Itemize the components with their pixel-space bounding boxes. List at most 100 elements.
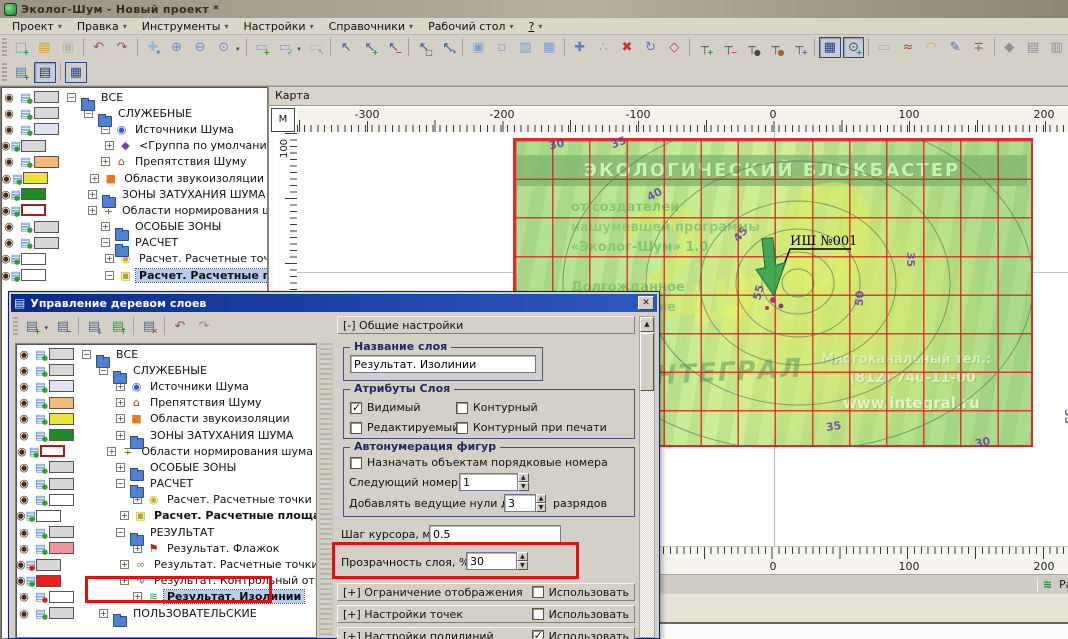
scroll-up-icon[interactable]: ▲ xyxy=(640,317,654,332)
layer-color-swatch[interactable] xyxy=(49,494,74,506)
frame-apply-button[interactable]: ▭✓▾ xyxy=(274,37,296,58)
redo-button[interactable]: ↷ xyxy=(111,37,133,58)
tree-row-label[interactable]: Области нормирования шума xyxy=(138,445,316,458)
tree-row-label[interactable]: ОСОБЫЕ ЗОНЫ xyxy=(147,461,239,474)
layer-color-swatch[interactable] xyxy=(49,461,74,473)
tree-row[interactable]: ◉▤●+◆<Группа по умолчанию> xyxy=(1,138,267,154)
grid-panels-button[interactable]: ▦ xyxy=(65,62,87,83)
expand-toggle-icon[interactable]: + xyxy=(133,592,142,601)
tree-row-label[interactable]: Области звукоизоляции xyxy=(121,172,267,185)
checkbox-icon[interactable] xyxy=(350,422,362,434)
visibility-eye-icon[interactable]: ◉ xyxy=(1,107,17,120)
contour-checkbox[interactable]: Контурный xyxy=(456,401,538,414)
layer-color-swatch[interactable] xyxy=(21,253,46,265)
tree-row-label[interactable]: СЛУЖЕБНЫЕ xyxy=(115,107,195,120)
layer-color-swatch[interactable] xyxy=(21,269,46,281)
printer-icon[interactable]: ▤● xyxy=(26,509,36,522)
checkbox-icon[interactable] xyxy=(456,402,468,414)
tree-row-label[interactable]: ЗОНЫ ЗАТУХАНИЯ ШУМА xyxy=(119,188,268,201)
visibility-eye-icon[interactable]: ◉ xyxy=(16,590,32,603)
select-copy-button[interactable]: ↖□ xyxy=(413,37,435,58)
transparency-input[interactable] xyxy=(466,552,517,570)
next-number-spinner[interactable]: ▲▼ xyxy=(459,473,529,491)
tree-row-label[interactable]: СЛУЖЕБНЫЕ xyxy=(130,364,210,377)
tree-row-label[interactable]: Расчет. Расчетные пл... xyxy=(136,269,268,282)
visibility-eye-icon[interactable]: ◉ xyxy=(16,429,32,442)
tree-row-label[interactable]: Области нормирования шума xyxy=(119,204,268,217)
visibility-eye-icon[interactable]: ◉ xyxy=(1,236,17,249)
printer-icon[interactable]: ▤● xyxy=(32,477,49,490)
printer-icon[interactable]: ▤● xyxy=(11,252,21,265)
use-checkbox[interactable]: Использовать xyxy=(532,630,629,639)
tree-row-label[interactable]: <Группа по умолчанию> xyxy=(136,139,268,152)
expand-toggle-icon[interactable]: + xyxy=(88,206,97,215)
expand-toggle-icon[interactable]: + xyxy=(116,398,125,407)
tree-row-label[interactable]: Источники Шума xyxy=(147,380,252,393)
printer-icon[interactable]: ▤● xyxy=(26,574,36,587)
printer-icon[interactable]: ▤● xyxy=(12,172,23,185)
cursor-step-input[interactable] xyxy=(429,525,561,543)
layer-color-swatch[interactable] xyxy=(34,107,59,119)
layer-color-swatch[interactable] xyxy=(49,413,74,425)
layer-color-swatch[interactable] xyxy=(49,348,74,360)
visibility-eye-icon[interactable]: ◉ xyxy=(1,269,11,282)
spinner-arrows[interactable]: ▲▼ xyxy=(536,494,546,512)
printer-icon[interactable]: ▤● xyxy=(11,269,21,282)
profile-chart-button[interactable]: ≈ xyxy=(897,37,919,58)
visibility-eye-icon[interactable]: ◉ xyxy=(16,364,32,377)
visibility-eye-icon[interactable]: ◉ xyxy=(1,220,17,233)
expand-toggle-icon[interactable]: + xyxy=(99,609,108,618)
expand-toggle-icon[interactable]: + xyxy=(88,190,97,199)
layer-color-swatch[interactable] xyxy=(34,237,59,249)
tree-row[interactable]: ◉▤●+ЗОНЫ ЗАТУХАНИЯ ШУМА xyxy=(16,427,316,443)
tree-row-label[interactable]: ПОЛЬЗОВАТЕЛЬСКИЕ xyxy=(130,607,260,620)
move-objects-button[interactable]: ✚ xyxy=(569,37,591,58)
toolbar-grip[interactable] xyxy=(2,63,7,81)
visibility-eye-icon[interactable]: ◉ xyxy=(16,509,26,522)
visibility-eye-icon[interactable]: ◉ xyxy=(1,252,11,265)
visibility-eye-icon[interactable]: ◉ xyxy=(16,396,32,409)
tree-row[interactable]: ◉▤●+⌂Препятствия Шуму xyxy=(16,395,316,411)
checkbox-icon[interactable] xyxy=(532,586,544,598)
printer-icon[interactable]: ▤● xyxy=(17,107,34,120)
printer-icon[interactable]: ▤● xyxy=(17,123,34,136)
printer-icon[interactable]: ▤● xyxy=(32,429,49,442)
calc-point-add-button[interactable]: ┬+ xyxy=(694,37,716,58)
tree-row[interactable]: ◉▤●−РАСЧЕТ xyxy=(1,235,267,251)
zoom-in-button[interactable]: ⊕ xyxy=(166,37,188,58)
visibility-eye-icon[interactable]: ◉ xyxy=(16,380,32,393)
printer-icon[interactable]: ▤● xyxy=(32,461,49,474)
visibility-eye-icon[interactable]: ◉ xyxy=(1,204,11,217)
printer-icon[interactable]: ▤● xyxy=(17,236,34,249)
pan-hand-button[interactable]: ✚✦ xyxy=(142,37,164,58)
tree-row-label[interactable]: Результат. Расчетные точки xyxy=(151,558,317,571)
checkbox-icon[interactable] xyxy=(532,608,544,620)
tree-row[interactable]: ◉▤●−ВСЕ xyxy=(1,89,267,105)
tree-row[interactable]: ◉▤●−▣Расчет. Расчетные пл... xyxy=(1,267,267,283)
tree-row[interactable]: ◉▤●+◉Источники Шума xyxy=(16,378,316,394)
open-project-button[interactable]: ▤ xyxy=(34,37,56,58)
layer-color-swatch[interactable] xyxy=(49,380,74,392)
layer-name-input[interactable] xyxy=(350,355,536,373)
printer-icon[interactable]: ▤● xyxy=(32,380,49,393)
contour-print-checkbox[interactable]: Контурный при печати xyxy=(456,421,607,434)
tree-row-label[interactable]: Области звукоизоляции xyxy=(147,412,293,425)
tree-row[interactable]: ◉▤●+ОСОБЫЕ ЗОНЫ xyxy=(16,459,316,475)
layer-color-swatch[interactable] xyxy=(49,591,74,603)
visibility-eye-icon[interactable]: ◉ xyxy=(16,526,32,539)
layer-color-swatch[interactable] xyxy=(36,575,61,587)
visibility-eye-icon[interactable]: ◉ xyxy=(16,493,32,506)
select-subtract-button[interactable]: ↖− xyxy=(383,37,405,58)
checkbox-icon[interactable] xyxy=(350,402,362,414)
select-pointer-button[interactable]: ↖ xyxy=(335,37,357,58)
layer-color-swatch[interactable] xyxy=(49,542,74,554)
section-general[interactable]: [-] Общие настройки xyxy=(337,316,635,334)
visibility-eye-icon[interactable]: ◉ xyxy=(1,123,17,136)
settings-scrollbar[interactable]: ▲ xyxy=(639,316,655,638)
tree-row-label[interactable]: РАСЧЕТ xyxy=(147,477,196,490)
tree-row[interactable]: ◉▤●−РЕЗУЛЬТАТ xyxy=(16,524,316,540)
visibility-eye-icon[interactable]: ◉ xyxy=(1,91,17,104)
layer-color-swatch[interactable] xyxy=(49,364,74,376)
tree-row-label[interactable]: Расчет. Расчетные точки xyxy=(164,493,315,506)
spinner-arrows[interactable]: ▲▼ xyxy=(517,552,528,570)
